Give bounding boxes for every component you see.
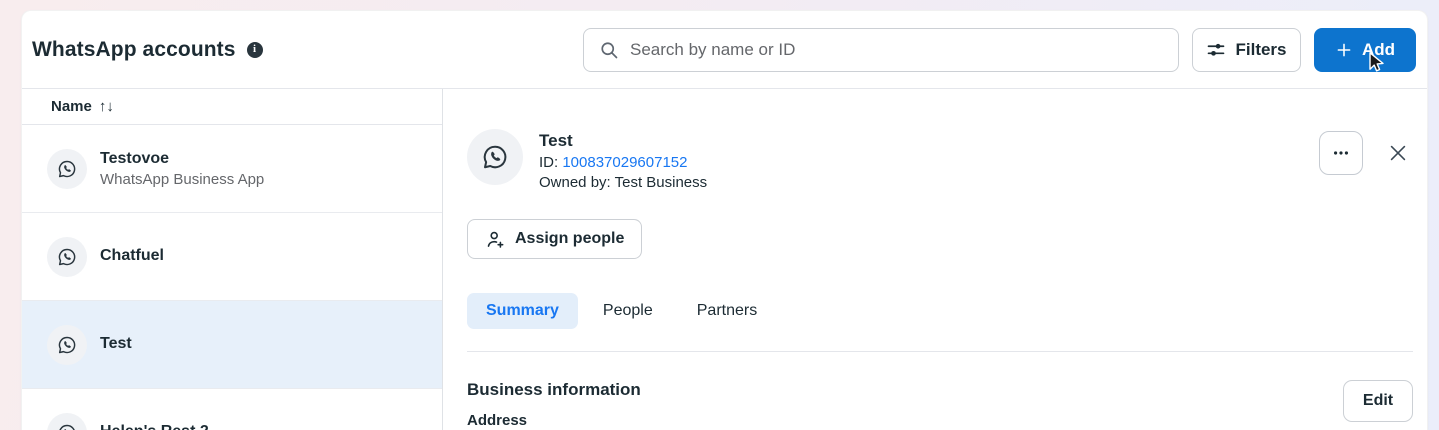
whatsapp-accounts-panel: WhatsApp accounts i Filters Add [21,10,1428,430]
list-item-chatfuel[interactable]: Chatfuel [22,213,442,301]
tab-people[interactable]: People [584,293,672,329]
close-icon [1387,142,1409,164]
list-item-helens-rest-2[interactable]: Helen's Rest 2 [22,389,442,430]
account-detail-panel: Test ID: 100837029607152 Owned by: Test … [443,89,1427,430]
add-label: Add [1362,40,1395,60]
section-title: Business information [467,380,641,400]
detail-info: Test ID: 100837029607152 Owned by: Test … [539,129,707,191]
detail-account-id: ID: 100837029607152 [539,154,707,171]
search-box[interactable] [583,28,1179,72]
whatsapp-icon [47,149,87,189]
owned-by: Owned by: Test Business [539,174,707,191]
section-divider [467,351,1413,352]
list-item-text: Chatfuel [100,246,164,267]
search-input[interactable] [630,40,1163,60]
add-button[interactable]: Add [1314,28,1416,72]
title-wrap: WhatsApp accounts i [32,38,263,62]
filters-button[interactable]: Filters [1192,28,1301,72]
address-label: Address [467,412,641,429]
sort-icon[interactable]: ↑↓ [99,98,114,115]
page-title: WhatsApp accounts [32,38,236,62]
accounts-list: Name ↑↓ Testovoe WhatsApp Business App C… [22,89,443,430]
list-header[interactable]: Name ↑↓ [22,89,442,125]
list-item-text: Testovoe WhatsApp Business App [100,149,264,189]
list-item-testovoe[interactable]: Testovoe WhatsApp Business App [22,125,442,213]
filters-icon [1206,40,1226,60]
whatsapp-icon [47,413,87,430]
account-name: Testovoe [100,149,264,170]
edit-button[interactable]: Edit [1343,380,1413,422]
more-options-button[interactable] [1319,131,1363,175]
content-area: Name ↑↓ Testovoe WhatsApp Business App C… [22,89,1427,430]
account-name: Test [100,334,132,355]
list-item-test[interactable]: Test [22,301,442,389]
account-subtitle: WhatsApp Business App [100,171,264,188]
tab-summary[interactable]: Summary [467,293,578,329]
close-button[interactable] [1383,138,1413,168]
plus-icon [1335,41,1353,59]
detail-header: Test ID: 100837029607152 Owned by: Test … [467,129,1413,191]
id-label: ID: [539,154,558,171]
detail-tabs: Summary People Partners [467,293,1413,329]
whatsapp-icon [47,237,87,277]
assign-people-label: Assign people [515,230,624,248]
whatsapp-icon [47,325,87,365]
name-column-header: Name [51,98,92,115]
header-bar: WhatsApp accounts i Filters Add [22,11,1427,89]
section-text: Business information Address [467,380,641,429]
detail-actions [1319,129,1413,175]
assign-people-button[interactable]: Assign people [467,219,642,259]
tab-partners[interactable]: Partners [678,293,776,329]
business-information-section: Business information Address Edit [467,380,1413,429]
search-icon [599,40,619,60]
list-item-text: Test [100,334,132,355]
ellipsis-icon [1331,143,1351,163]
info-icon[interactable]: i [247,42,263,58]
filters-label: Filters [1235,40,1286,60]
account-name: Helen's Rest 2 [100,422,209,430]
whatsapp-avatar-icon [467,129,523,185]
person-add-icon [485,229,506,250]
list-item-text: Helen's Rest 2 [100,422,209,430]
account-name: Chatfuel [100,246,164,267]
detail-account-name: Test [539,131,707,151]
id-value-link[interactable]: 100837029607152 [562,154,687,171]
